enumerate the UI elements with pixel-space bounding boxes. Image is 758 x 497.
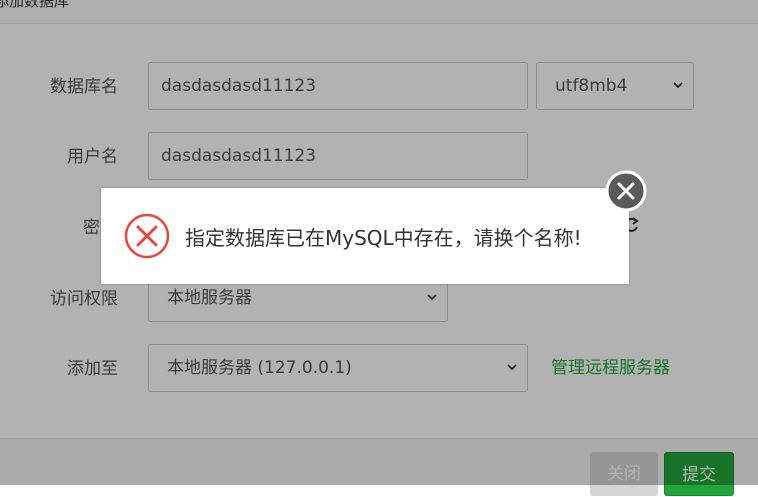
close-icon[interactable]	[605, 170, 647, 212]
error-icon	[124, 213, 170, 259]
error-message: 指定数据库已在MySQL中存在，请换个名称!	[185, 226, 582, 250]
